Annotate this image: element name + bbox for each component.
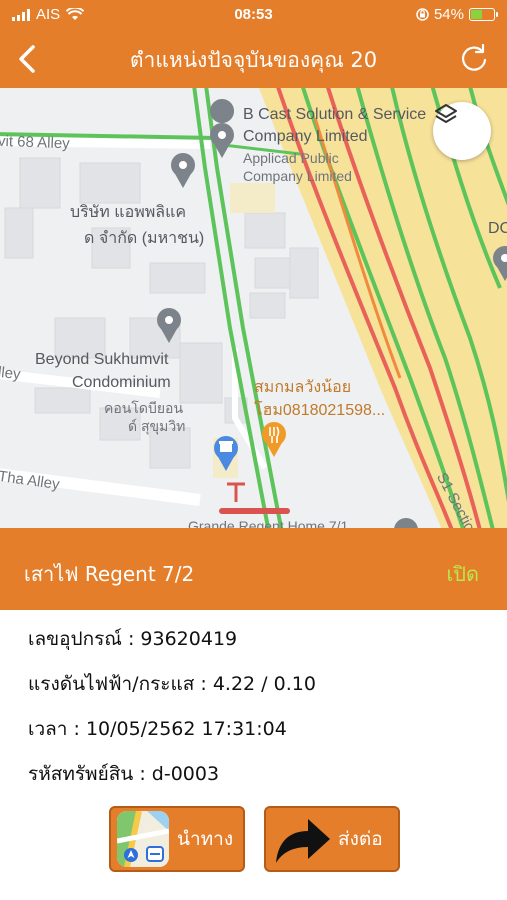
- map-building: [179, 342, 223, 404]
- map-label-street: lley: [0, 363, 22, 384]
- device-number-row: เลขอุปกรณ์ : 93620419: [28, 628, 238, 650]
- map-label-restaurant: สมกมลวังน้อย: [254, 379, 352, 396]
- map-building: [79, 162, 141, 204]
- map-pin-icon: [171, 153, 195, 188]
- map-label-place: ด จำกัด (มหาชน): [84, 230, 205, 247]
- rotation-lock-icon: [416, 8, 429, 21]
- map-label-place: ด์ สุขุมวิท: [128, 418, 186, 434]
- map-label-place: บริษัท แอพพลิแค: [70, 204, 187, 221]
- timestamp-row: เวลา : 10/05/2562 17:31:04: [28, 718, 287, 740]
- map-building: [289, 247, 319, 299]
- maps-app-icon: [117, 811, 169, 867]
- forward-button[interactable]: ส่งต่อ: [264, 806, 400, 872]
- map-label-restaurant: โฮม0818021598...: [254, 402, 386, 419]
- map-label-place: DC: [488, 220, 507, 237]
- map-building-highlight: [230, 183, 275, 213]
- map-label-place: Company Limited: [243, 168, 352, 184]
- navigate-button-label: นำทาง: [177, 828, 234, 850]
- battery-icon: [469, 8, 498, 21]
- forward-button-label: ส่งต่อ: [338, 828, 383, 850]
- status-badge: เปิด: [446, 562, 479, 586]
- back-button[interactable]: [8, 40, 46, 78]
- map-label-place: Grande Regent Home 7/1: [188, 518, 349, 528]
- map-pin-icon: [394, 518, 418, 528]
- pole-name: เสาไฟ Regent 7/2: [24, 562, 195, 586]
- map-label-place: Applicad Public: [243, 150, 339, 166]
- voltage-current-row: แรงดันไฟฟ้า/กระแส : 4.22 / 0.10: [28, 673, 316, 695]
- layers-icon: [435, 104, 457, 123]
- map-label-place: B Cast Solution & Service: [243, 106, 427, 123]
- map-layers-button[interactable]: [433, 102, 491, 160]
- chevron-left-icon: [19, 45, 35, 73]
- map-building: [19, 157, 61, 209]
- share-arrow-icon: [276, 819, 330, 863]
- map-label-place: Company Limited: [243, 128, 368, 145]
- map-label-place: Condominium: [72, 374, 171, 391]
- nav-bar: ตำแหน่งปัจจุบันของคุณ 20: [0, 30, 507, 88]
- refresh-icon: [462, 44, 487, 71]
- status-bar: AIS 08:53 54%: [0, 0, 507, 30]
- info-header: เสาไฟ Regent 7/2 เปิด: [0, 528, 507, 610]
- navigate-button[interactable]: นำทาง: [109, 806, 245, 872]
- battery-fill: [471, 10, 483, 19]
- battery-group: 54%: [416, 6, 498, 23]
- page-title: ตำแหน่งปัจจุบันของคุณ 20: [129, 48, 378, 72]
- detail-list: เลขอุปกรณ์ : 93620419 แรงดันไฟฟ้า/กระแส …: [28, 622, 316, 802]
- map-building: [254, 257, 291, 289]
- asset-code-row: รหัสทรัพย์สิน : d-0003: [28, 763, 220, 785]
- map-building: [149, 262, 206, 294]
- map-label-place: Beyond Sukhumvit: [35, 351, 169, 368]
- map-label-street: vit 68 Alley: [0, 132, 70, 153]
- refresh-button[interactable]: [455, 40, 493, 78]
- map-building: [4, 207, 34, 259]
- map-view[interactable]: vit 68 Alley B Cast Solution & Service C…: [0, 88, 507, 528]
- battery-percent: 54%: [433, 6, 464, 23]
- map-building: [244, 212, 286, 249]
- map-building: [249, 292, 286, 319]
